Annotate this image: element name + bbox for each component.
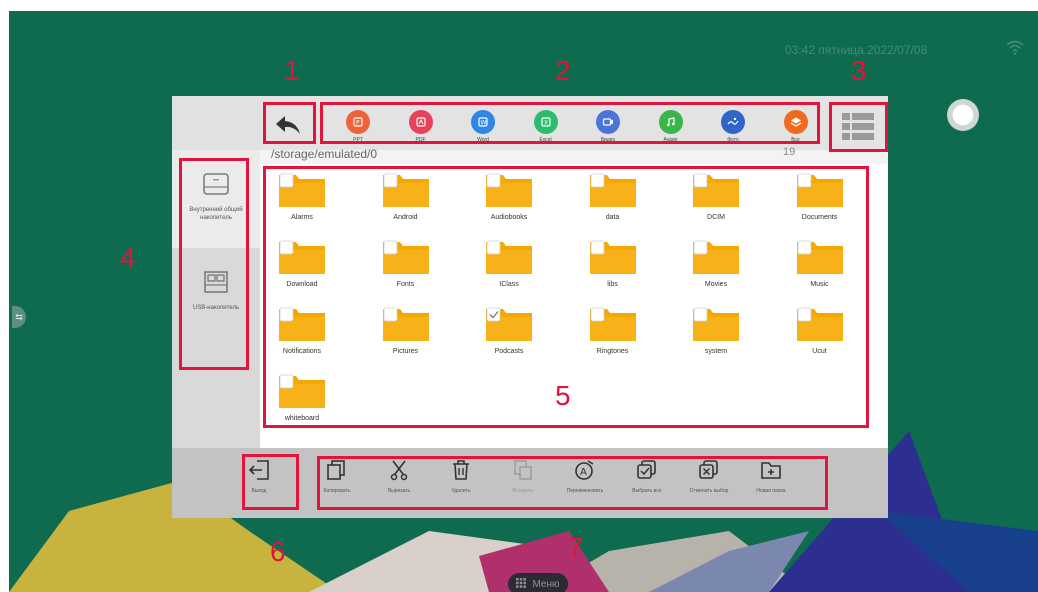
annotation-number-7: 7 (568, 532, 584, 563)
item-count: 19 (783, 146, 796, 158)
grid-menu-icon (516, 577, 527, 591)
floating-assistive-ball[interactable] (947, 99, 979, 131)
current-path: /storage/emulated/0 (271, 147, 378, 161)
annotation-number-3: 3 (851, 55, 867, 86)
annotation-box-6 (242, 454, 299, 510)
annotation-box-7 (317, 456, 828, 510)
annotation-number-6: 6 (270, 536, 286, 567)
annotation-number-2: 2 (555, 55, 571, 86)
annotation-box-3 (829, 102, 888, 152)
annotation-number-4: 4 (120, 242, 136, 273)
annotation-box-4 (179, 158, 249, 370)
sidebar-header (172, 96, 260, 150)
annotation-number-5: 5 (555, 380, 571, 411)
menu-button[interactable]: Меню (508, 573, 568, 592)
annotation-number-1: 1 (284, 55, 300, 86)
wifi-icon (1006, 40, 1024, 55)
annotation-box-2 (320, 102, 820, 144)
menu-label: Меню (532, 578, 560, 590)
annotation-box-1 (263, 102, 316, 144)
